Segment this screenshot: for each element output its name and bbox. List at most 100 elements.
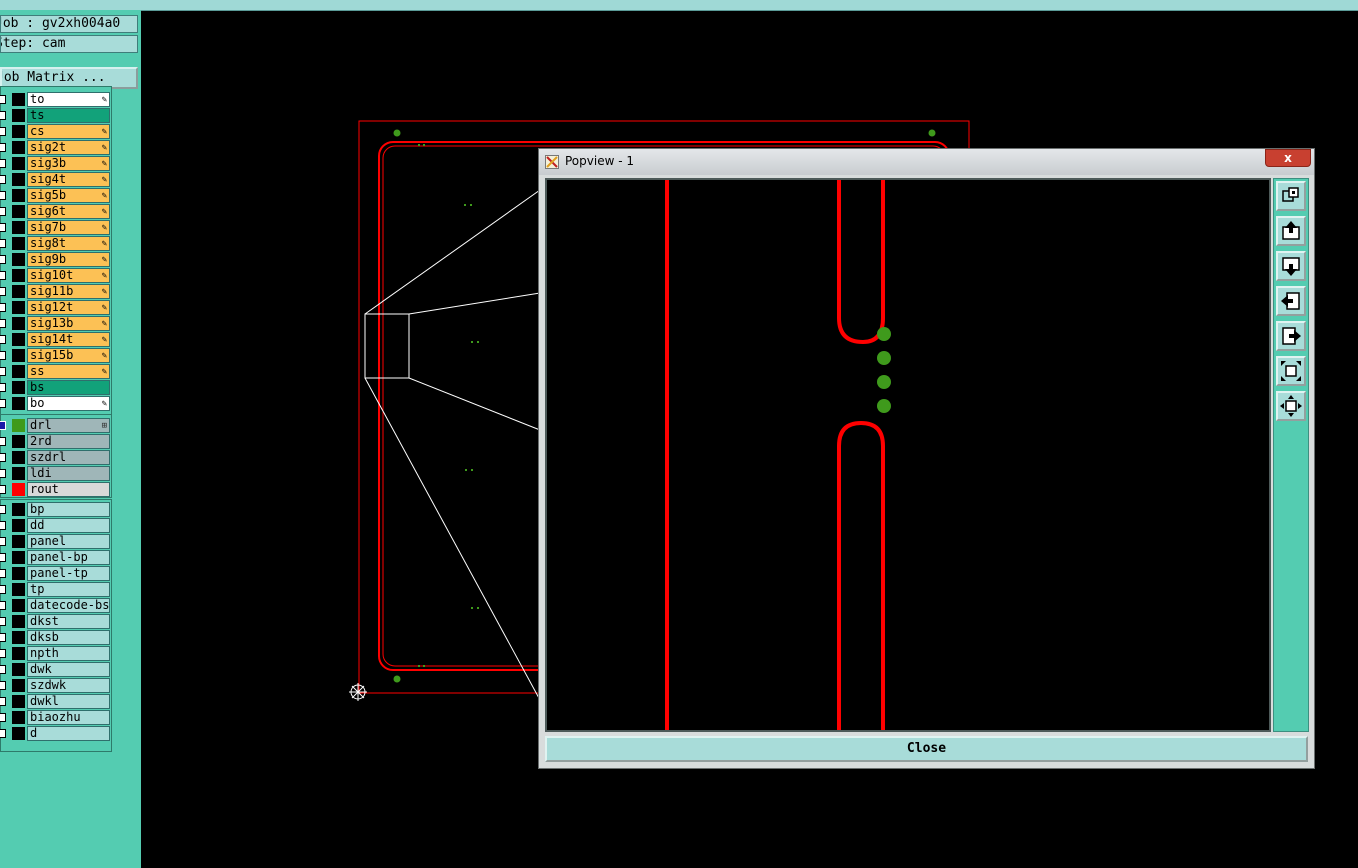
- layer-checkbox[interactable]: [0, 505, 6, 514]
- layer-name-label[interactable]: bp: [27, 502, 110, 517]
- layer-row[interactable]: bs: [0, 380, 113, 395]
- layer-checkbox[interactable]: [0, 585, 6, 594]
- layer-row[interactable]: cs ✎: [0, 124, 113, 139]
- popview-titlebar[interactable]: Popview - 1 x: [539, 149, 1314, 175]
- layer-color-swatch[interactable]: [12, 483, 25, 496]
- layer-checkbox[interactable]: [0, 521, 6, 530]
- layer-row[interactable]: ts: [0, 108, 113, 123]
- layer-name-label[interactable]: dd: [27, 518, 110, 533]
- layer-checkbox[interactable]: [0, 617, 6, 626]
- layer-checkbox[interactable]: [0, 175, 6, 184]
- layer-checkbox[interactable]: [0, 469, 6, 478]
- layer-checkbox[interactable]: [0, 421, 6, 430]
- layer-name-label[interactable]: rout: [27, 482, 110, 497]
- layer-color-swatch[interactable]: [12, 173, 25, 186]
- layer-color-swatch[interactable]: [12, 285, 25, 298]
- layer-row[interactable]: panel: [0, 534, 113, 549]
- layer-name-label[interactable]: sig13b ✎: [27, 316, 110, 331]
- layer-row[interactable]: panel-tp: [0, 566, 113, 581]
- layer-row[interactable]: 2rd: [0, 434, 113, 449]
- layer-checkbox[interactable]: [0, 351, 6, 360]
- layer-color-swatch[interactable]: [12, 125, 25, 138]
- layer-color-swatch[interactable]: [12, 253, 25, 266]
- layer-checkbox[interactable]: [0, 303, 6, 312]
- layer-checkbox[interactable]: [0, 335, 6, 344]
- layer-name-label[interactable]: sig14t ✎: [27, 332, 110, 347]
- layer-row[interactable]: dd: [0, 518, 113, 533]
- layer-row[interactable]: dksb: [0, 630, 113, 645]
- layer-checkbox[interactable]: [0, 601, 6, 610]
- layer-checkbox[interactable]: [0, 569, 6, 578]
- layer-checkbox[interactable]: [0, 665, 6, 674]
- layer-name-label[interactable]: drl ⊞: [27, 418, 110, 433]
- layer-checkbox[interactable]: [0, 319, 6, 328]
- layer-name-label[interactable]: dksb: [27, 630, 110, 645]
- layer-color-swatch[interactable]: [12, 551, 25, 564]
- layer-color-swatch[interactable]: [12, 349, 25, 362]
- layer-color-swatch[interactable]: [12, 695, 25, 708]
- pan-left-icon[interactable]: [1276, 286, 1306, 316]
- layer-checkbox[interactable]: [0, 159, 6, 168]
- layer-row[interactable]: sig9b ✎: [0, 252, 113, 267]
- layer-name-label[interactable]: to ✎: [27, 92, 110, 107]
- pan-up-icon[interactable]: [1276, 216, 1306, 246]
- layer-name-label[interactable]: biaozhu: [27, 710, 110, 725]
- layer-checkbox[interactable]: [0, 127, 6, 136]
- layer-color-swatch[interactable]: [12, 647, 25, 660]
- layer-checkbox[interactable]: [0, 697, 6, 706]
- layer-checkbox[interactable]: [0, 207, 6, 216]
- pan-down-icon[interactable]: [1276, 251, 1306, 281]
- layer-row[interactable]: sig2t ✎: [0, 140, 113, 155]
- layer-name-label[interactable]: ldi: [27, 466, 110, 481]
- layer-checkbox[interactable]: [0, 485, 6, 494]
- layer-color-swatch[interactable]: [12, 419, 25, 432]
- layer-row[interactable]: bo ✎: [0, 396, 113, 411]
- layer-checkbox[interactable]: [0, 383, 6, 392]
- layer-row[interactable]: dwkl: [0, 694, 113, 709]
- zoom-fit-icon[interactable]: [1276, 356, 1306, 386]
- layer-color-swatch[interactable]: [12, 711, 25, 724]
- layer-color-swatch[interactable]: [12, 599, 25, 612]
- layer-name-label[interactable]: sig2t ✎: [27, 140, 110, 155]
- layer-color-swatch[interactable]: [12, 451, 25, 464]
- layer-checkbox[interactable]: [0, 239, 6, 248]
- layer-color-swatch[interactable]: [12, 397, 25, 410]
- layer-name-label[interactable]: panel: [27, 534, 110, 549]
- layer-row[interactable]: d: [0, 726, 113, 741]
- layer-checkbox[interactable]: [0, 367, 6, 376]
- layer-row[interactable]: biaozhu: [0, 710, 113, 725]
- window-close-button[interactable]: x: [1265, 149, 1311, 167]
- layer-color-swatch[interactable]: [12, 503, 25, 516]
- layer-name-label[interactable]: sig4t ✎: [27, 172, 110, 187]
- layer-checkbox[interactable]: [0, 537, 6, 546]
- layer-row[interactable]: szdrl: [0, 450, 113, 465]
- layer-name-label[interactable]: panel-bp: [27, 550, 110, 565]
- layer-color-swatch[interactable]: [12, 535, 25, 548]
- layer-color-swatch[interactable]: [12, 333, 25, 346]
- layer-row[interactable]: bp: [0, 502, 113, 517]
- layer-color-swatch[interactable]: [12, 93, 25, 106]
- layer-checkbox[interactable]: [0, 681, 6, 690]
- layer-color-swatch[interactable]: [12, 727, 25, 740]
- layer-row[interactable]: rout: [0, 482, 113, 497]
- layer-name-label[interactable]: 2rd: [27, 434, 110, 449]
- layer-color-swatch[interactable]: [12, 141, 25, 154]
- layer-color-swatch[interactable]: [12, 435, 25, 448]
- layer-color-swatch[interactable]: [12, 269, 25, 282]
- layer-name-label[interactable]: sig5b ✎: [27, 188, 110, 203]
- layer-name-label[interactable]: sig9b ✎: [27, 252, 110, 267]
- layer-row[interactable]: panel-bp: [0, 550, 113, 565]
- layer-checkbox[interactable]: [0, 255, 6, 264]
- layer-color-swatch[interactable]: [12, 679, 25, 692]
- layer-row[interactable]: drl ⊞: [0, 418, 113, 433]
- zoom-window-icon[interactable]: [1276, 181, 1306, 211]
- layer-name-label[interactable]: panel-tp: [27, 566, 110, 581]
- layer-name-label[interactable]: szdwk: [27, 678, 110, 693]
- layer-row[interactable]: sig4t ✎: [0, 172, 113, 187]
- layer-name-label[interactable]: sig12t ✎: [27, 300, 110, 315]
- layer-row[interactable]: sig11b ✎: [0, 284, 113, 299]
- layer-name-label[interactable]: datecode-bs: [27, 598, 110, 613]
- layer-color-swatch[interactable]: [12, 237, 25, 250]
- zoom-home-icon[interactable]: [1276, 391, 1306, 421]
- popview-close-button[interactable]: Close: [545, 736, 1308, 762]
